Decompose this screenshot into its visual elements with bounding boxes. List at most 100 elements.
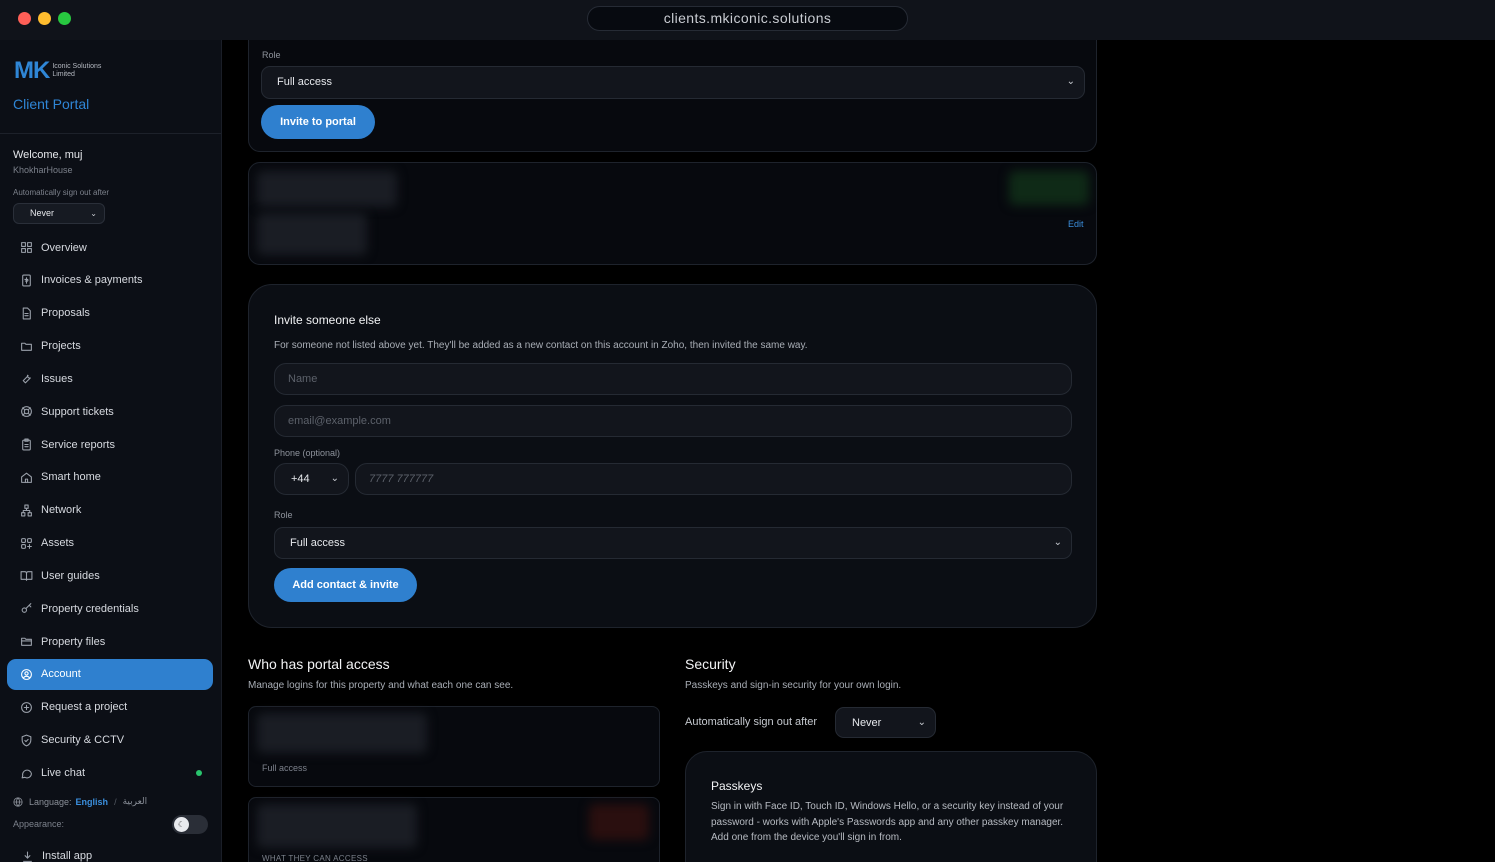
add-contact-invite-button[interactable]: Add contact & invite (274, 568, 417, 602)
role-select[interactable]: Full access ⌄ (261, 66, 1085, 99)
chevron-down-icon: ⌄ (917, 717, 926, 728)
main-content: Role Full access ⌄ Invite to portal Edit… (223, 40, 1495, 862)
passkeys-title: Passkeys (711, 779, 763, 793)
brand-logo[interactable]: MK Iconic Solutions Limited (14, 57, 102, 84)
sidebar-item-projects[interactable]: Projects (7, 331, 213, 362)
sidebar-item-label: Request a project (41, 701, 128, 714)
clipboard-icon (19, 438, 33, 452)
user-circle-icon (19, 667, 33, 681)
window-maximize-button[interactable] (58, 12, 71, 25)
name-input[interactable]: Name (274, 363, 1072, 395)
language-switcher: Language: English / العربية (13, 796, 147, 807)
window-minimize-button[interactable] (38, 12, 51, 25)
grid-icon (19, 241, 33, 255)
new-role-select[interactable]: Full access ⌄ (274, 527, 1072, 559)
lifebuoy-icon (19, 405, 33, 419)
folder-icon (19, 339, 33, 353)
sidebar: MK Iconic Solutions Limited Client Porta… (0, 40, 222, 862)
moon-icon: ☾ (174, 817, 189, 832)
logo-mark: MK (14, 57, 50, 84)
access-entry-card[interactable]: Full access (248, 706, 660, 787)
language-english[interactable]: English (76, 797, 109, 807)
sidebar-item-property-files[interactable]: Property files (7, 626, 213, 657)
portal-access-description: Manage logins for this property and what… (248, 680, 514, 691)
folder-open-icon (19, 635, 33, 649)
sidebar-item-label: Support tickets (41, 405, 114, 418)
language-separator: / (114, 796, 117, 807)
sidebar-item-invoices-payments[interactable]: Invoices & payments (7, 265, 213, 296)
install-app-label: Install app (42, 850, 93, 862)
plus-circle-icon (19, 700, 33, 714)
language-arabic[interactable]: العربية (123, 796, 148, 807)
access-role-text: Full access (262, 763, 308, 773)
sidebar-item-label: Smart home (41, 471, 101, 484)
sidebar-item-label: Projects (41, 340, 81, 353)
sidebar-item-support-tickets[interactable]: Support tickets (7, 396, 213, 427)
sidebar-item-assets[interactable]: Assets (7, 528, 213, 559)
sidebar-signout-value: Never (30, 208, 55, 218)
chevron-down-icon: ⌄ (1053, 537, 1062, 548)
sidebar-divider (0, 133, 221, 134)
chat-icon (19, 766, 33, 780)
email-input[interactable]: email@example.com (274, 405, 1072, 437)
sidebar-item-property-credentials[interactable]: Property credentials (7, 593, 213, 624)
sidebar-item-smart-home[interactable]: Smart home (7, 462, 213, 493)
sidebar-item-live-chat[interactable]: Live chat (7, 758, 213, 789)
wrench-icon (19, 372, 33, 386)
country-code-select[interactable]: +44 ⌄ (274, 463, 349, 495)
online-status-dot (196, 769, 202, 776)
welcome-text: Welcome, muj (13, 149, 83, 161)
sidebar-item-overview[interactable]: Overview (7, 232, 213, 263)
sidebar-item-issues[interactable]: Issues (7, 363, 213, 394)
edit-contact-link[interactable]: Edit (1068, 219, 1084, 229)
shield-icon (19, 733, 33, 747)
access-entry-card-2[interactable]: WHAT THEY CAN ACCESS (248, 797, 660, 862)
portal-access-title: Who has portal access (248, 656, 390, 672)
home-icon (19, 470, 33, 484)
appearance-toggle[interactable]: ☾ (172, 815, 208, 834)
sidebar-item-label: Proposals (41, 307, 90, 320)
invite-to-portal-button[interactable]: Invite to portal (261, 105, 375, 139)
new-role-label: Role (274, 510, 293, 520)
new-role-value: Full access (290, 537, 346, 549)
sidebar-item-label: Network (41, 504, 82, 517)
sidebar-item-label: Assets (41, 537, 75, 550)
security-description: Passkeys and sign-in security for your o… (685, 680, 902, 691)
key-icon (19, 602, 33, 616)
role-label: Role (262, 50, 281, 60)
sidebar-item-request-a-project[interactable]: Request a project (7, 692, 213, 723)
security-signout-select[interactable]: Never ⌄ (835, 707, 936, 738)
redacted-access-user-2 (257, 804, 417, 848)
chevron-down-icon: ⌄ (90, 209, 97, 218)
country-code-value: +44 (291, 473, 310, 485)
install-app-button[interactable]: Install app (20, 849, 92, 862)
sidebar-item-label: Account (41, 668, 81, 681)
sidebar-item-label: Invoices & payments (41, 274, 143, 287)
invite-existing-card: Role Full access ⌄ Invite to portal (248, 40, 1097, 152)
window-close-button[interactable] (18, 12, 31, 25)
book-icon (19, 569, 33, 583)
sidebar-item-security-cctv[interactable]: Security & CCTV (7, 725, 213, 756)
invite-someone-else-card: Invite someone else For someone not list… (248, 284, 1097, 628)
sidebar-signout-select[interactable]: Never ⌄ (13, 203, 105, 224)
globe-icon (13, 796, 23, 807)
sidebar-item-service-reports[interactable]: Service reports (7, 429, 213, 460)
browser-chrome: clients.mkiconic.solutions (0, 0, 1495, 40)
phone-label: Phone (optional) (274, 448, 341, 458)
security-title: Security (685, 656, 736, 672)
sidebar-item-label: Property credentials (41, 602, 139, 615)
phone-input[interactable]: 7777 777777 (355, 463, 1072, 495)
sidebar-item-network[interactable]: Network (7, 495, 213, 526)
sidebar-item-account[interactable]: Account (7, 658, 213, 690)
sidebar-item-label: Live chat (41, 767, 86, 779)
sidebar-item-label: Property files (41, 635, 106, 648)
security-signout-label: Automatically sign out after (685, 716, 818, 728)
passkeys-description: Sign in with Face ID, Touch ID, Windows … (711, 801, 1064, 843)
contact-card: Edit (248, 162, 1097, 265)
address-bar[interactable]: clients.mkiconic.solutions (587, 6, 908, 31)
document-icon (19, 306, 33, 320)
download-icon (20, 849, 34, 862)
sidebar-item-proposals[interactable]: Proposals (7, 298, 213, 329)
sidebar-item-user-guides[interactable]: User guides (7, 560, 213, 591)
sidebar-item-label: Overview (41, 241, 87, 254)
